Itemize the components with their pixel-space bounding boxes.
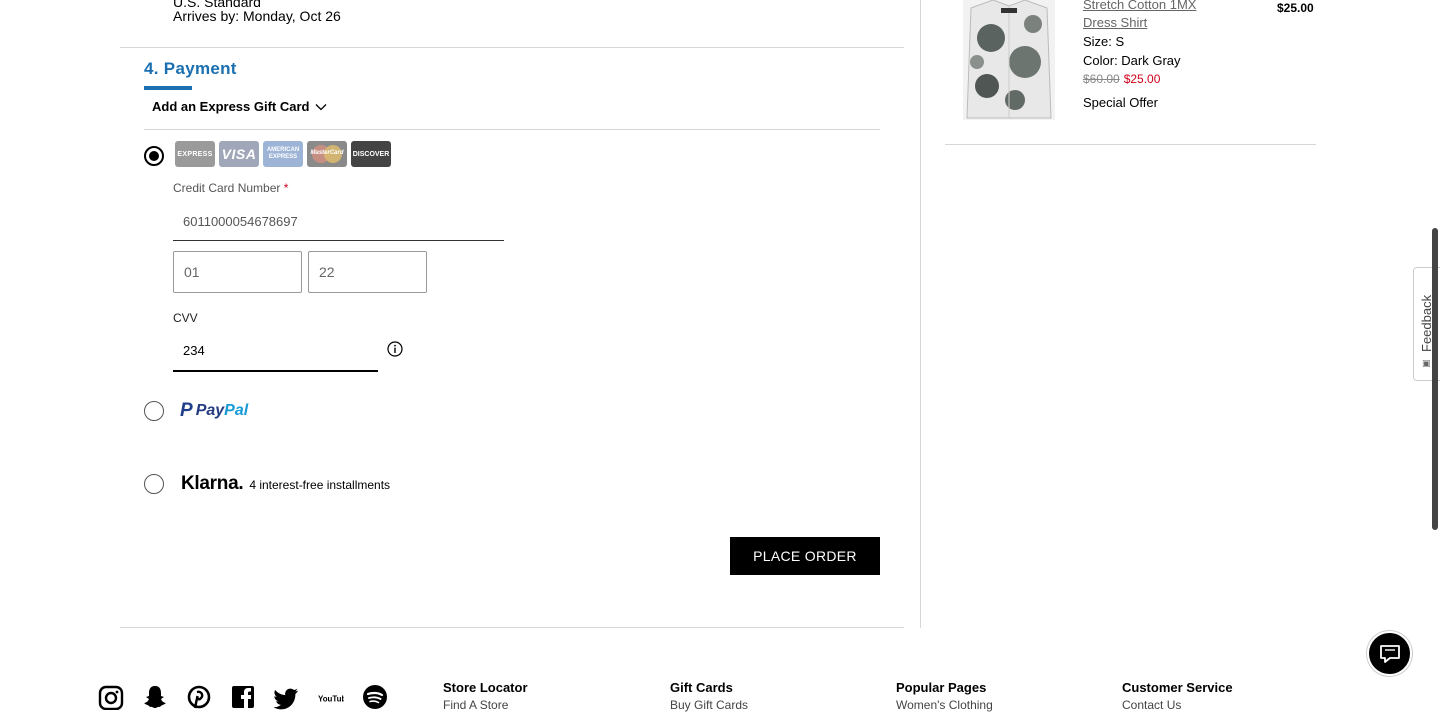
shirt-illustration [966,0,1052,119]
klarna-option: Klarna. 4 interest-free installments [181,473,390,495]
facebook-icon[interactable] [230,684,256,710]
place-order-button[interactable]: PLACE ORDER [730,537,880,575]
product-size: Size: S [1083,34,1125,49]
social-links: YouTube [98,684,388,710]
chevron-down-icon [316,103,327,110]
paypal-p-icon: P [180,400,193,421]
cvv-input[interactable] [173,330,378,372]
special-offer-label: Special Offer [1083,95,1158,110]
info-icon[interactable] [387,341,403,357]
paypal-wordmark-pal: Pal [224,402,249,419]
expiration-month-input[interactable] [173,251,302,293]
product-price-group: $60.00 $25.00 [1083,72,1160,86]
youtube-icon[interactable]: YouTube [318,684,344,710]
accepted-cards: EXPRESS VISA AMERICAN EXPRESS MasterCard… [175,141,391,167]
klarna-logo: Klarna. [181,473,244,494]
snapchat-icon[interactable] [142,684,168,710]
product-color: Color: Dark Gray [1083,53,1181,68]
twitter-icon[interactable] [274,684,300,710]
footer-gift-cards-link[interactable]: Buy Gift Cards [670,698,748,712]
feedback-icon: ▣ [1422,358,1431,368]
product-line-price: $25.00 [1277,1,1314,15]
footer-popular-pages-link[interactable]: Women's Clothing [896,698,993,712]
divider [945,144,1316,145]
paypal-wordmark-pay: Pay [195,402,225,419]
klarna-description: 4 interest-free installments [249,478,391,492]
amex-logo: AMERICAN EXPRESS [263,141,303,167]
column-divider [920,0,921,628]
product-image[interactable] [963,0,1055,120]
footer-store-locator-link[interactable]: Find A Store [443,698,508,712]
divider [144,129,880,130]
youtube-wordmark: YouTube [318,694,344,703]
scrollbar-thumb[interactable] [1432,228,1438,530]
mastercard-wordmark: MasterCard [310,150,344,156]
shipping-arrival-date: Arrives by: Monday, Oct 26 [173,8,341,24]
add-gift-card-toggle[interactable]: Add an Express Gift Card [152,99,327,114]
product-name-link[interactable]: Stretch Cotton 1MX Dress Shirt [1083,0,1233,32]
instagram-icon[interactable] [98,684,124,710]
paypal-logo: P PayPal [180,400,248,422]
discover-logo: DISCOVER [351,141,391,167]
cvv-label: CVV [173,311,198,325]
sale-price: $25.00 [1123,72,1161,86]
chat-icon [1379,644,1400,663]
express-card-logo: EXPRESS [175,141,215,167]
divider [120,627,904,628]
expiration-year-input[interactable] [308,251,427,293]
paypal-radio[interactable] [144,401,164,421]
chat-button[interactable] [1367,631,1412,676]
original-price: $60.00 [1083,72,1120,86]
divider [120,47,904,48]
credit-card-radio[interactable] [144,146,164,166]
credit-card-number-label: Credit Card Number * [173,181,288,195]
footer-customer-service-heading[interactable]: Customer Service [1122,680,1233,695]
credit-card-number-input[interactable] [173,202,504,241]
pinterest-icon[interactable] [186,684,212,710]
section-title-underline [144,86,192,90]
cc-label-text: Credit Card Number [173,181,281,195]
payment-section-title: 4. Payment [144,59,237,78]
paypal-wordmark: PayPal [196,402,248,420]
footer-store-locator-heading[interactable]: Store Locator [443,680,528,695]
visa-logo: VISA [219,141,259,167]
footer-gift-cards-heading[interactable]: Gift Cards [670,680,733,695]
footer-customer-service-link[interactable]: Contact Us [1122,698,1181,712]
footer-popular-pages-heading[interactable]: Popular Pages [896,680,986,695]
required-asterisk: * [283,181,289,195]
mastercard-logo: MasterCard [307,141,347,167]
spotify-icon[interactable] [362,684,388,710]
gift-card-toggle-label: Add an Express Gift Card [152,99,310,114]
klarna-radio[interactable] [144,474,164,494]
